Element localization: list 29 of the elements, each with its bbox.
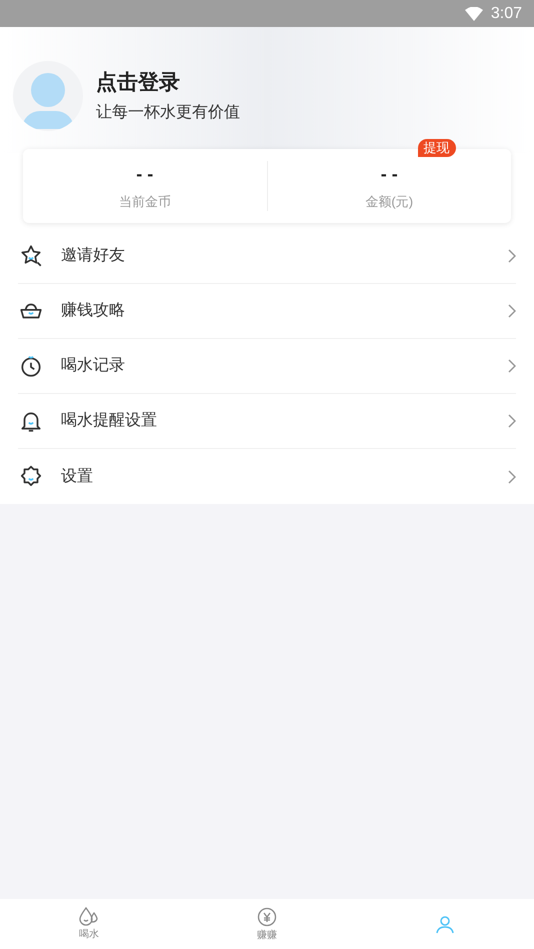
stat-value: - - (136, 162, 154, 186)
menu-item[interactable]: 赚钱攻略 (18, 284, 516, 339)
menu-label: 邀请好友 (61, 246, 126, 266)
menu-label: 喝水记录 (61, 356, 126, 376)
menu-label: 喝水提醒设置 (61, 410, 158, 431)
status-time: 3:07 (490, 4, 522, 24)
water-drop-icon (78, 906, 100, 926)
menu-label: 赚钱攻略 (61, 300, 126, 321)
profile-subtitle: 让每一杯水更有价值 (96, 102, 240, 123)
stat-value: - - (380, 162, 398, 186)
menu-item[interactable]: 喝水提醒设置 (18, 394, 516, 449)
stat-label: 当前金币 (118, 192, 171, 211)
menu-item[interactable]: 邀请好友 (18, 229, 516, 284)
yuan-coin-icon (256, 905, 278, 927)
menu-item[interactable]: 喝水记录 (18, 339, 516, 394)
menu-item[interactable]: 设置 (18, 449, 516, 504)
menu-label: 设置 (61, 466, 94, 486)
user-icon (434, 914, 456, 934)
chevron-right-icon (508, 249, 516, 263)
wifi-icon (464, 6, 483, 20)
chevron-right-icon (508, 304, 516, 318)
stat-label: 金额(元) (365, 192, 414, 211)
tab[interactable]: 赚赚 (178, 899, 356, 949)
tab[interactable]: 喝水 (0, 899, 178, 949)
login-title[interactable]: 点击登录 (96, 67, 240, 99)
chevron-right-icon (508, 470, 516, 484)
chevron-right-icon (508, 414, 516, 428)
chevron-right-icon (508, 359, 516, 373)
withdraw-badge[interactable]: 提现 (418, 138, 456, 157)
